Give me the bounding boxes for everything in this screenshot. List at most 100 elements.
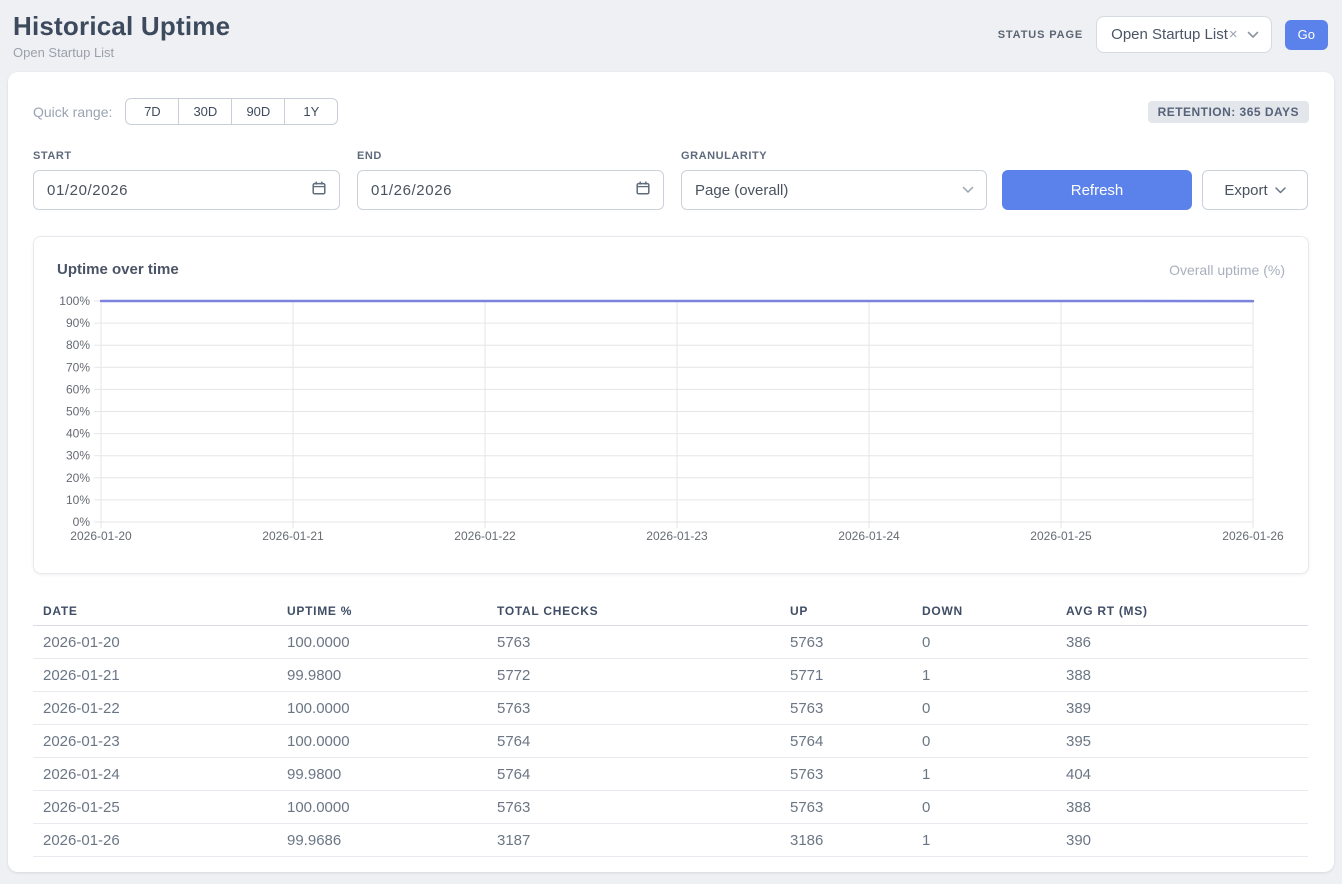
column-header: TOTAL CHECKS [487, 604, 780, 618]
table-row: 2026-01-25100.0000576357630388 [33, 791, 1308, 824]
uptime-line-chart: 0%10%20%30%40%50%60%70%80%90%100%2026-01… [34, 293, 1309, 555]
svg-text:2026-01-25: 2026-01-25 [1030, 529, 1092, 543]
quick-range-row: Quick range: 7D30D90D1Y RETENTION: 365 D… [33, 98, 1309, 125]
start-date-value: 01/20/2026 [47, 182, 128, 199]
table-cell: 2026-01-21 [33, 667, 277, 684]
table-cell: 0 [912, 733, 1056, 750]
table-cell: 99.9800 [277, 667, 487, 684]
table-cell: 5763 [780, 634, 912, 651]
table-cell: 2026-01-23 [33, 733, 277, 750]
controls-row: START 01/20/2026 END 01/26/2026 GRANULAR… [33, 150, 1309, 210]
table-cell: 390 [1056, 832, 1308, 849]
table-cell: 388 [1056, 799, 1308, 816]
svg-text:50%: 50% [66, 405, 90, 419]
table-cell: 99.9800 [277, 766, 487, 783]
table-row: 2026-01-2699.9686318731861390 [33, 824, 1308, 857]
chart-card: Uptime over time Overall uptime (%) 0% 10… [33, 236, 1309, 574]
table-cell: 0 [912, 799, 1056, 816]
svg-text:80%: 80% [66, 338, 90, 352]
table-cell: 2026-01-26 [33, 832, 277, 849]
column-header: UP [780, 604, 912, 618]
end-date-label: END [357, 150, 664, 162]
table-row: 2026-01-2499.9800576457631404 [33, 758, 1308, 791]
svg-text:2026-01-23: 2026-01-23 [646, 529, 708, 543]
chart-header: Uptime over time Overall uptime (%) [34, 259, 1308, 280]
svg-text:2026-01-24: 2026-01-24 [838, 529, 900, 543]
table-cell: 5764 [780, 733, 912, 750]
end-date-value: 01/26/2026 [371, 182, 452, 199]
table-cell: 389 [1056, 700, 1308, 717]
header-controls: STATUS PAGE Open Startup List × Go [998, 16, 1328, 53]
table-cell: 5763 [487, 634, 780, 651]
table-cell: 100.0000 [277, 733, 487, 750]
page-header: Historical Uptime Open Startup List STAT… [0, 0, 1342, 72]
clear-x-icon[interactable]: × [1229, 26, 1238, 43]
start-date-field-wrap: START 01/20/2026 [33, 150, 340, 210]
svg-text:2026-01-22: 2026-01-22 [454, 529, 516, 543]
column-header: AVG RT (MS) [1056, 604, 1308, 618]
quick-range-group: 7D30D90D1Y [125, 98, 338, 125]
svg-text:20%: 20% [66, 471, 90, 485]
table-cell: 100.0000 [277, 700, 487, 717]
svg-text:2026-01-26: 2026-01-26 [1222, 529, 1284, 543]
uptime-table: DATEUPTIME %TOTAL CHECKSUPDOWNAVG RT (MS… [33, 596, 1308, 857]
table-cell: 100.0000 [277, 799, 487, 816]
granularity-select[interactable]: Page (overall) [681, 170, 987, 210]
export-button[interactable]: Export [1202, 170, 1308, 210]
table-cell: 386 [1056, 634, 1308, 651]
retention-badge: RETENTION: 365 DAYS [1148, 101, 1309, 123]
status-page-label: STATUS PAGE [998, 29, 1083, 41]
table-cell: 2026-01-20 [33, 634, 277, 651]
svg-text:40%: 40% [66, 427, 90, 441]
end-date-input[interactable]: 01/26/2026 [357, 170, 664, 210]
svg-text:90%: 90% [66, 316, 90, 330]
table-cell: 5764 [487, 766, 780, 783]
chevron-down-icon [1275, 187, 1286, 194]
table-cell: 0 [912, 634, 1056, 651]
go-button[interactable]: Go [1285, 20, 1328, 50]
start-date-input[interactable]: 01/20/2026 [33, 170, 340, 210]
quick-range-button-90d[interactable]: 90D [231, 98, 285, 125]
quick-range-label: Quick range: [33, 104, 112, 120]
calendar-icon[interactable] [311, 180, 327, 201]
chart-legend: Overall uptime (%) [1169, 262, 1285, 278]
table-cell: 5764 [487, 733, 780, 750]
table-cell: 5763 [780, 700, 912, 717]
granularity-label: GRANULARITY [681, 150, 987, 162]
table-cell: 3187 [487, 832, 780, 849]
table-cell: 0 [912, 700, 1056, 717]
table-row: 2026-01-23100.0000576457640395 [33, 725, 1308, 758]
column-header: DATE [33, 604, 277, 618]
table-cell: 100.0000 [277, 634, 487, 651]
table-header-row: DATEUPTIME %TOTAL CHECKSUPDOWNAVG RT (MS… [33, 596, 1308, 626]
table-cell: 1 [912, 832, 1056, 849]
end-date-field-wrap: END 01/26/2026 [357, 150, 664, 210]
table-body: 2026-01-20100.00005763576303862026-01-21… [33, 626, 1308, 857]
table-cell: 2026-01-22 [33, 700, 277, 717]
table-cell: 2026-01-25 [33, 799, 277, 816]
svg-text:2026-01-20: 2026-01-20 [70, 529, 132, 543]
column-header: DOWN [912, 604, 1056, 618]
table-cell: 5763 [487, 799, 780, 816]
column-header: UPTIME % [277, 604, 487, 618]
table-cell: 5763 [487, 700, 780, 717]
chart-title: Uptime over time [57, 261, 179, 278]
granularity-field-wrap: GRANULARITY Page (overall) [681, 150, 987, 210]
quick-range-button-30d[interactable]: 30D [178, 98, 232, 125]
calendar-icon[interactable] [635, 180, 651, 201]
svg-text:100%: 100% [59, 294, 90, 308]
export-button-label: Export [1224, 182, 1267, 199]
quick-range-button-7d[interactable]: 7D [125, 98, 179, 125]
svg-text:0%: 0% [73, 515, 91, 529]
status-page-select[interactable]: Open Startup List × [1096, 16, 1272, 53]
table-row: 2026-01-2199.9800577257711388 [33, 659, 1308, 692]
quick-range-button-1y[interactable]: 1Y [284, 98, 338, 125]
table-cell: 5763 [780, 766, 912, 783]
refresh-button[interactable]: Refresh [1002, 170, 1192, 210]
svg-text:10%: 10% [66, 493, 90, 507]
svg-text:70%: 70% [66, 360, 90, 374]
table-cell: 395 [1056, 733, 1308, 750]
table-cell: 388 [1056, 667, 1308, 684]
svg-text:30%: 30% [66, 449, 90, 463]
table-cell: 5771 [780, 667, 912, 684]
